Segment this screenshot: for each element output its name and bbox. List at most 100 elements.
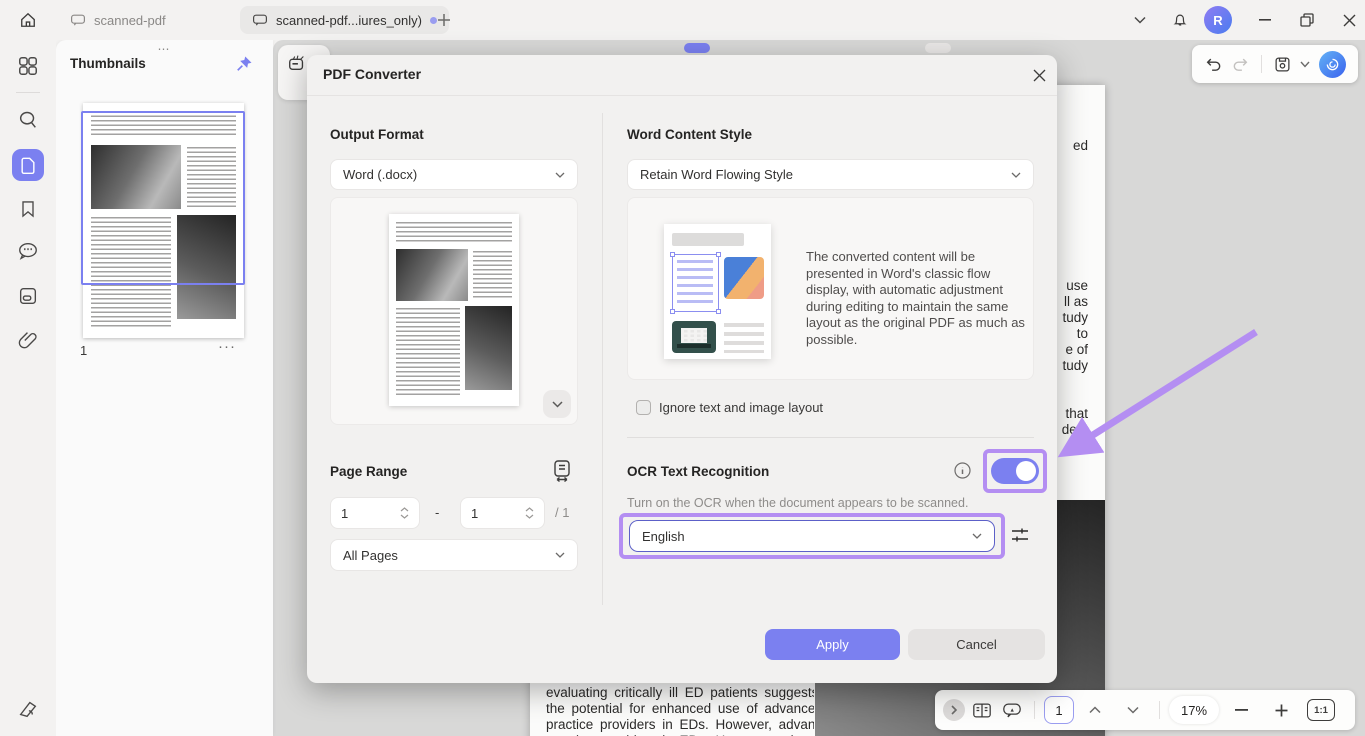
ocr-settings-button[interactable] bbox=[1009, 524, 1031, 546]
tab-scanned-pdf[interactable]: scanned-pdf bbox=[58, 6, 178, 34]
page-text-line: evaluating critically ill ED patients su… bbox=[546, 685, 814, 701]
notifications-button[interactable] bbox=[1168, 8, 1192, 32]
page-text-fragment: ders bbox=[1062, 422, 1088, 437]
word-style-description: The converted content will be presented … bbox=[806, 249, 1030, 348]
style-illustration bbox=[664, 224, 771, 359]
two-page-view-button[interactable] bbox=[969, 697, 995, 723]
thumbnail-more-button[interactable]: ··· bbox=[218, 338, 236, 355]
page-to-value: 1 bbox=[471, 506, 478, 521]
word-style-select[interactable]: Retain Word Flowing Style bbox=[627, 159, 1034, 190]
thumb-paragraph bbox=[91, 111, 236, 138]
ignore-layout-checkbox[interactable] bbox=[636, 400, 651, 415]
sidebar-item-attachments[interactable] bbox=[14, 326, 42, 354]
selection-handle bbox=[670, 252, 675, 257]
panel-title: Thumbnails bbox=[70, 56, 146, 71]
new-tab-button[interactable] bbox=[434, 10, 454, 30]
ai-assistant-button[interactable] bbox=[1319, 51, 1346, 78]
save-button[interactable] bbox=[1269, 51, 1295, 77]
avatar-initial: R bbox=[1213, 13, 1222, 28]
chevron-up-icon bbox=[400, 507, 409, 512]
home-button[interactable] bbox=[13, 6, 43, 34]
dialog-header-divider bbox=[307, 95, 1057, 96]
preview-text-column bbox=[396, 308, 460, 398]
save-options-chevron[interactable] bbox=[1297, 51, 1313, 77]
pdf-converter-dialog: PDF Converter Output Format Word (.docx)… bbox=[307, 55, 1057, 683]
pages-mode-value: All Pages bbox=[343, 548, 398, 563]
converter-tool-icon bbox=[286, 52, 308, 72]
minimize-button[interactable] bbox=[1252, 10, 1278, 30]
chat-bubble-icon bbox=[17, 240, 39, 262]
page-text-line: practice providers in EDs. However, adva… bbox=[546, 717, 814, 733]
close-window-button[interactable] bbox=[1336, 8, 1362, 32]
sidebar-item-thumbnails[interactable] bbox=[12, 149, 44, 181]
sidebar-item-grid[interactable] bbox=[14, 52, 42, 80]
home-icon bbox=[18, 10, 38, 30]
illustration-building-image bbox=[672, 321, 716, 353]
chevron-down-icon bbox=[1011, 172, 1021, 178]
ocr-toggle[interactable] bbox=[991, 458, 1039, 484]
page-paragraph: evaluating critically ill ED patients su… bbox=[546, 685, 814, 736]
page-text-fragment: that bbox=[1065, 406, 1088, 421]
bookmark-icon bbox=[18, 199, 38, 219]
page-thumbnail[interactable] bbox=[83, 103, 244, 338]
tabs-dropdown-button[interactable] bbox=[1130, 10, 1150, 30]
close-icon bbox=[1033, 69, 1046, 82]
redo-button[interactable] bbox=[1228, 51, 1254, 77]
sidebar-item-search[interactable] bbox=[14, 106, 42, 134]
page-text-fragment: ed bbox=[1073, 138, 1088, 153]
apply-button[interactable]: Apply bbox=[765, 629, 900, 660]
cancel-button[interactable]: Cancel bbox=[908, 629, 1045, 660]
document-tab-icon bbox=[252, 13, 268, 27]
actual-size-button[interactable]: 1:1 bbox=[1307, 699, 1335, 721]
tab-label: scanned-pdf bbox=[94, 13, 166, 28]
zoom-in-button[interactable] bbox=[1263, 697, 1299, 723]
total-pages-label: / 1 bbox=[555, 505, 569, 520]
sidebar-item-fields[interactable] bbox=[14, 282, 42, 310]
annotation-mode-button[interactable] bbox=[999, 697, 1025, 723]
output-format-select[interactable]: Word (.docx) bbox=[330, 159, 578, 190]
sidebar-item-reader-mode[interactable] bbox=[14, 695, 42, 723]
dialog-title: PDF Converter bbox=[323, 66, 421, 82]
hidden-gray-button bbox=[925, 43, 951, 53]
zoom-out-button[interactable] bbox=[1223, 697, 1259, 723]
pin-icon bbox=[234, 54, 254, 74]
next-page-button[interactable] bbox=[1116, 697, 1150, 723]
expand-toolbar-button[interactable] bbox=[943, 699, 965, 721]
maximize-button[interactable] bbox=[1294, 8, 1320, 32]
section-divider bbox=[627, 437, 1034, 438]
ocr-hint: Turn on the OCR when the document appear… bbox=[627, 496, 968, 510]
preview-next-page-button[interactable] bbox=[543, 390, 571, 418]
dialog-close-button[interactable] bbox=[1029, 65, 1049, 85]
zoom-level-display[interactable]: 17% bbox=[1169, 696, 1219, 724]
chevron-down-icon bbox=[555, 552, 565, 558]
ocr-info-button[interactable] bbox=[954, 462, 971, 479]
page-from-input[interactable]: 1 bbox=[330, 497, 420, 529]
stepper-arrows[interactable] bbox=[400, 507, 409, 519]
page-number-input[interactable]: 1 bbox=[1044, 696, 1074, 724]
previous-page-button[interactable] bbox=[1078, 697, 1112, 723]
hidden-accent-button bbox=[684, 43, 710, 53]
custom-range-button[interactable] bbox=[551, 459, 573, 483]
word-style-value: Retain Word Flowing Style bbox=[640, 167, 793, 182]
tab-scanned-pdf-figures[interactable]: scanned-pdf...iures_only) bbox=[240, 6, 449, 34]
illustration-caption-lines bbox=[724, 323, 764, 353]
thumb-photo-1 bbox=[91, 145, 181, 209]
chevron-down-icon bbox=[1127, 706, 1139, 714]
thumb-text-column bbox=[187, 147, 236, 207]
conversion-preview-panel bbox=[330, 197, 578, 425]
avatar[interactable]: R bbox=[1204, 6, 1232, 34]
plus-icon bbox=[1275, 704, 1288, 717]
chevron-right-icon bbox=[950, 705, 958, 715]
ocr-language-select[interactable]: English bbox=[629, 520, 995, 552]
pages-mode-select[interactable]: All Pages bbox=[330, 539, 578, 571]
sidebar-item-bookmarks[interactable] bbox=[14, 195, 42, 223]
stepper-arrows[interactable] bbox=[525, 507, 534, 519]
undo-button[interactable] bbox=[1200, 51, 1226, 77]
sidebar-item-comments[interactable] bbox=[14, 237, 42, 265]
page-to-input[interactable]: 1 bbox=[460, 497, 545, 529]
output-format-label: Output Format bbox=[330, 127, 424, 142]
preview-paragraph bbox=[396, 222, 512, 244]
pin-panel-button[interactable] bbox=[234, 54, 254, 74]
page-text-fragment: tudy bbox=[1062, 310, 1088, 325]
tab-label: scanned-pdf...iures_only) bbox=[276, 13, 422, 28]
